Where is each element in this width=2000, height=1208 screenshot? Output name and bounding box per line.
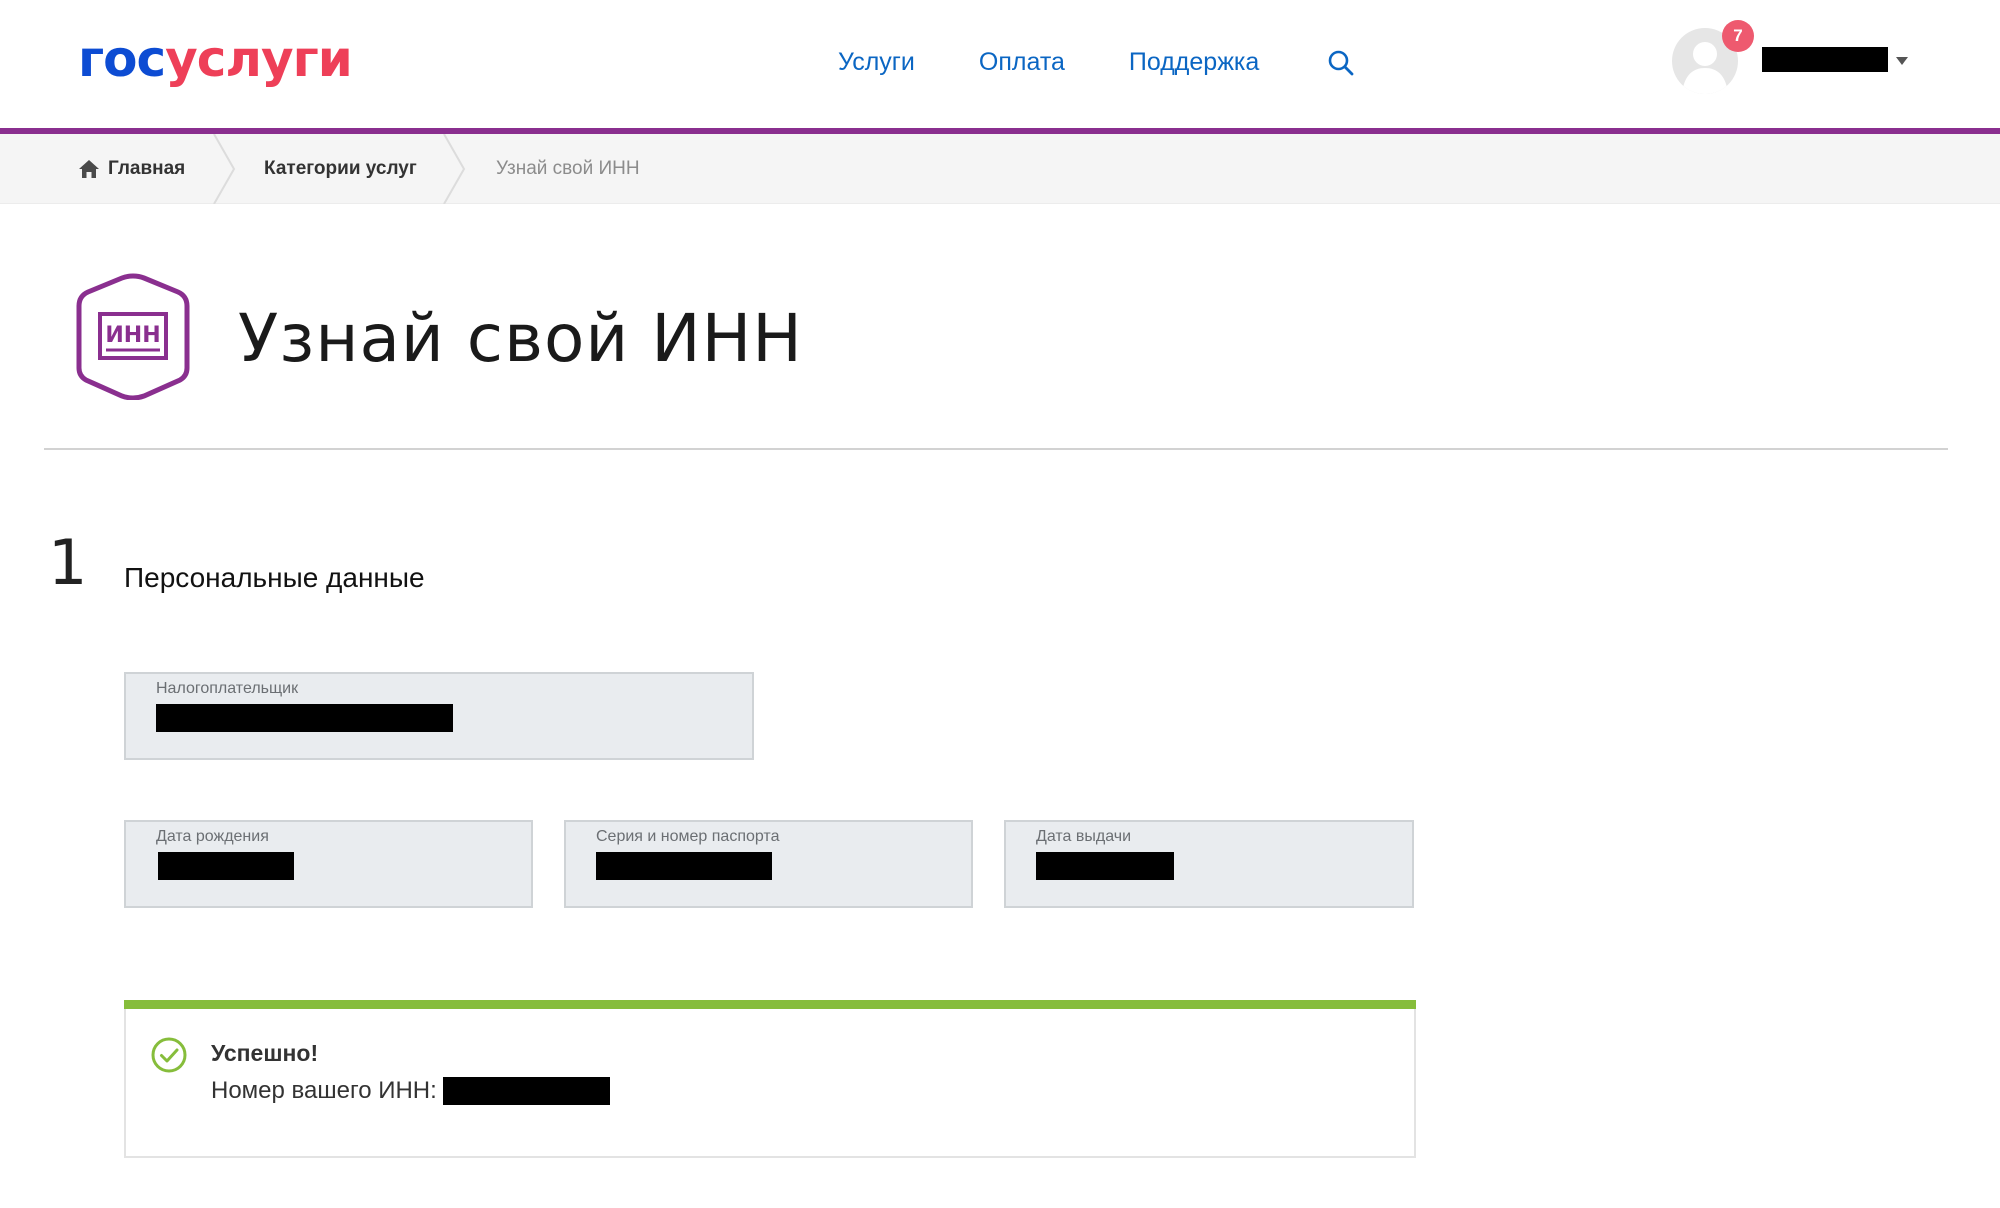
inn-service-icon: ИНН: [76, 273, 190, 400]
issue-date-value-redacted: [1036, 852, 1174, 880]
passport-label: Серия и номер паспорта: [596, 828, 780, 845]
search-icon[interactable]: [1327, 49, 1355, 77]
title-divider: [44, 448, 1948, 450]
issue-date-field[interactable]: Дата выдачи: [1004, 820, 1414, 908]
birth-date-label: Дата рождения: [156, 828, 269, 845]
nav-services[interactable]: Услуги: [838, 48, 915, 77]
success-panel: Успешно! Номер вашего ИНН:: [124, 1000, 1416, 1158]
breadcrumb-home[interactable]: Главная: [78, 134, 185, 204]
page-title: Узнай свой ИНН: [238, 300, 803, 377]
breadcrumb-home-label: Главная: [108, 158, 186, 179]
step-title: Персональные данные: [124, 562, 425, 593]
check-circle-icon: [151, 1037, 187, 1073]
taxpayer-label: Налогоплательщик: [156, 680, 299, 697]
taxpayer-value-redacted: [156, 704, 453, 732]
user-name-redacted[interactable]: [1762, 47, 1888, 72]
success-title: Успешно!: [211, 1040, 319, 1066]
breadcrumb-categories[interactable]: Категории услуг: [264, 134, 417, 204]
logo-part-gos: гос: [78, 30, 166, 88]
taxpayer-field[interactable]: Налогоплательщик: [124, 672, 754, 760]
success-message: Номер вашего ИНН:: [211, 1077, 610, 1105]
header: госуслуги Услуги Оплата Поддержка 7: [0, 0, 2000, 128]
gosuslugi-logo[interactable]: госуслуги: [78, 30, 353, 88]
passport-value-redacted: [596, 852, 772, 880]
success-bar: [124, 1000, 1416, 1009]
breadcrumb-current: Узнай свой ИНН: [496, 158, 640, 179]
notification-badge[interactable]: 7: [1722, 20, 1754, 52]
logo-part-uslugi: услуги: [165, 30, 353, 88]
birth-date-field[interactable]: Дата рождения: [124, 820, 533, 908]
breadcrumb-separator-icon: [213, 134, 236, 204]
passport-field[interactable]: Серия и номер паспорта: [564, 820, 973, 908]
inn-icon-label: ИНН: [105, 323, 160, 348]
breadcrumb-separator-icon: [443, 134, 466, 204]
breadcrumb: Главная Категории услуг Узнай свой ИНН: [0, 134, 2000, 204]
nav-support[interactable]: Поддержка: [1129, 48, 1259, 77]
step-number: 1: [48, 526, 88, 599]
main-nav: Услуги Оплата Поддержка: [838, 48, 1355, 77]
inn-value-redacted: [442, 1077, 610, 1105]
chevron-down-icon[interactable]: [1896, 57, 1908, 65]
birth-date-value-redacted: [158, 852, 294, 880]
page: госуслуги Услуги Оплата Поддержка 7 Глав…: [0, 0, 2000, 1208]
nav-payment[interactable]: Оплата: [979, 48, 1065, 77]
success-text: Номер вашего ИНН:: [211, 1077, 437, 1104]
issue-date-label: Дата выдачи: [1036, 828, 1132, 845]
home-icon: [79, 160, 99, 178]
